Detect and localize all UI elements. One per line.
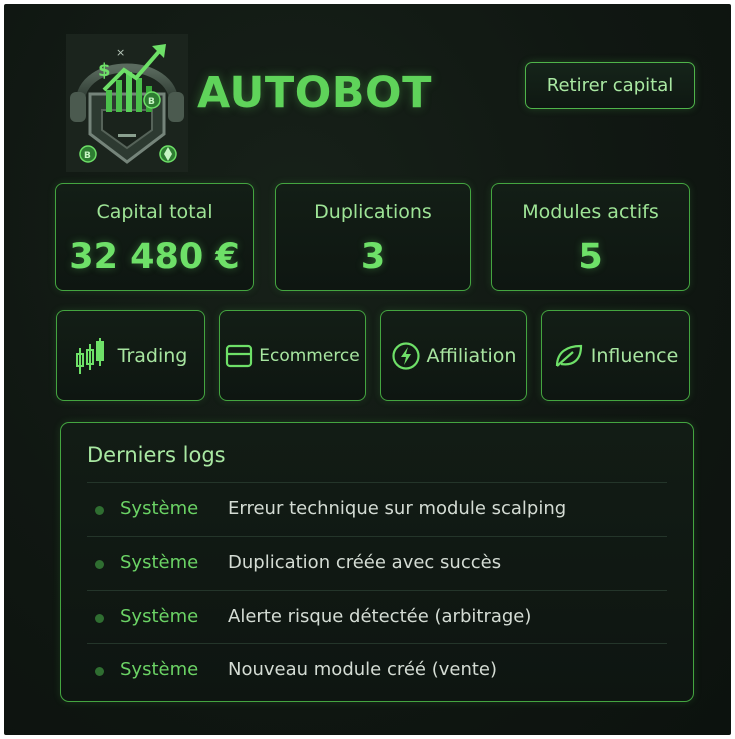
module-button-ecommerce[interactable]: Ecommerce [219,310,366,401]
svg-text:$: $ [98,60,111,81]
svg-text:×: × [116,46,125,59]
log-item: Système Duplication créée avec succès [87,536,667,590]
lightning-icon [391,341,420,370]
status-dot-icon [95,614,104,623]
log-source: Système [120,659,199,680]
module-label: Ecommerce [259,345,360,366]
log-source: Système [120,606,199,627]
log-source: Système [120,498,199,519]
module-button-influence[interactable]: Influence [541,310,690,401]
app-title: AUTOBOT [197,68,432,118]
stat-label: Capital total [96,201,213,223]
logs-panel: Derniers logs Système Erreur technique s… [60,422,694,702]
dashboard-panel: $ × B B AUTOBOT Retirer capital Capital … [4,4,731,735]
stat-card-modules: Modules actifs 5 [491,183,690,291]
status-dot-icon [95,667,104,676]
log-message: Alerte risque détectée (arbitrage) [228,606,532,627]
log-source: Système [120,552,199,573]
log-item: Système Nouveau module créé (vente) [87,643,667,697]
stat-value: 32 480 € [69,237,240,277]
svg-text:B: B [84,151,91,161]
module-button-trading[interactable]: Trading [56,310,205,401]
candlestick-chart-icon [75,337,104,374]
status-dot-icon [95,506,104,515]
stat-value: 3 [360,237,386,277]
log-message: Nouveau module créé (vente) [228,659,498,680]
module-label: Affiliation [426,344,517,367]
module-button-affiliation[interactable]: Affiliation [380,310,527,401]
stat-value: 5 [578,237,603,277]
logs-title: Derniers logs [87,443,226,467]
log-message: Duplication créée avec succès [228,552,502,573]
svg-text:B: B [148,97,155,107]
card-icon [226,344,253,367]
module-label: Influence [590,344,679,367]
module-label: Trading [117,344,188,367]
status-dot-icon [95,560,104,569]
log-message: Erreur technique sur module scalping [228,498,567,519]
withdraw-capital-button[interactable]: Retirer capital [525,62,695,109]
stat-card-capital: Capital total 32 480 € [55,183,254,291]
log-item: Système Alerte risque détectée (arbitrag… [87,590,667,644]
leaf-icon [555,344,582,367]
stat-card-duplications: Duplications 3 [275,183,471,291]
log-item: Système Erreur technique sur module scal… [87,482,667,536]
autobot-logo-icon: $ × B B [66,34,188,172]
stat-label: Modules actifs [522,201,659,223]
stat-label: Duplications [314,201,432,223]
